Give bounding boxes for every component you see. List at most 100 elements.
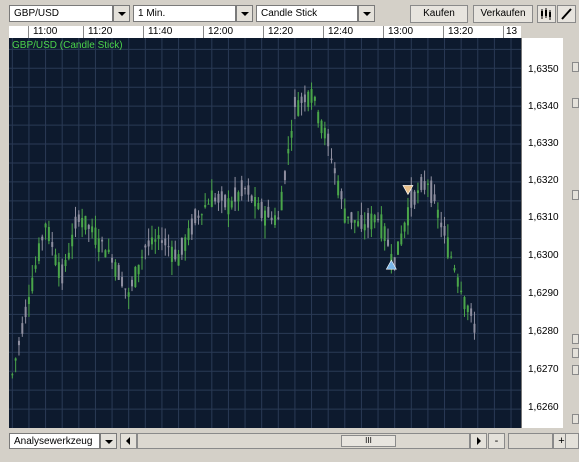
candle-body[interactable]	[420, 177, 423, 190]
candle-body[interactable]	[127, 292, 130, 297]
candle-body[interactable]	[131, 279, 134, 287]
candle-body[interactable]	[470, 308, 473, 316]
interval-select[interactable]: 1 Min.	[133, 5, 236, 22]
candle-body[interactable]	[154, 239, 157, 242]
candle-body[interactable]	[460, 290, 463, 293]
candle-body[interactable]	[134, 266, 137, 287]
scroll-left-button[interactable]	[120, 433, 137, 449]
candle-body[interactable]	[387, 239, 390, 246]
candle-body[interactable]	[54, 254, 57, 265]
candle-body[interactable]	[97, 238, 100, 253]
symbol-select[interactable]: GBP/USD	[9, 5, 113, 22]
candle-body[interactable]	[57, 262, 60, 278]
analysis-tool-select[interactable]: Analysewerkzeug	[9, 433, 100, 449]
panel-expand-button[interactable]	[572, 62, 579, 72]
scroll-thumb[interactable]: III	[341, 435, 396, 447]
candle-body[interactable]	[310, 89, 313, 103]
candle-body[interactable]	[353, 220, 356, 223]
candle-body[interactable]	[380, 214, 383, 239]
candle-body[interactable]	[367, 213, 370, 228]
candle-body[interactable]	[81, 217, 84, 228]
candle-body[interactable]	[104, 250, 107, 258]
candle-body[interactable]	[350, 212, 353, 223]
panel-expand-button[interactable]	[572, 190, 579, 200]
zoom-out-button[interactable]: -	[488, 433, 505, 449]
time-scrollbar[interactable]: III	[137, 433, 470, 449]
candle-body[interactable]	[313, 96, 316, 101]
candle-body[interactable]	[41, 236, 44, 241]
candle-body[interactable]	[114, 262, 117, 277]
candle-body[interactable]	[430, 180, 433, 203]
candle-body[interactable]	[244, 187, 247, 190]
candle-body[interactable]	[234, 187, 237, 202]
candle-body[interactable]	[250, 195, 253, 202]
candle-body[interactable]	[31, 277, 34, 292]
scroll-right-button[interactable]	[470, 433, 487, 449]
candle-body[interactable]	[64, 259, 67, 267]
scroll-right-edge-button[interactable]	[565, 433, 579, 449]
candle-body[interactable]	[210, 190, 213, 207]
candle-body[interactable]	[47, 227, 50, 242]
candle-body[interactable]	[121, 277, 124, 287]
candle-body[interactable]	[17, 340, 20, 346]
candle-body[interactable]	[473, 323, 476, 333]
candle-body[interactable]	[124, 288, 127, 290]
candle-body[interactable]	[456, 277, 459, 287]
candle-body[interactable]	[77, 214, 80, 222]
candle-body[interactable]	[436, 209, 439, 218]
candle-body[interactable]	[446, 237, 449, 258]
candle-body[interactable]	[410, 188, 413, 208]
candle-body[interactable]	[300, 96, 303, 103]
panel-expand-button[interactable]	[572, 98, 579, 108]
candle-body[interactable]	[453, 268, 456, 271]
candle-body[interactable]	[466, 305, 469, 313]
zoom-slider[interactable]	[508, 433, 553, 449]
candle-body[interactable]	[337, 180, 340, 196]
candle-body[interactable]	[413, 191, 416, 205]
candle-body[interactable]	[383, 226, 386, 242]
candle-body[interactable]	[264, 210, 266, 226]
candle-body[interactable]	[167, 246, 170, 248]
candle-body[interactable]	[170, 246, 173, 262]
candle-body[interactable]	[280, 191, 283, 211]
candle-body[interactable]	[194, 209, 197, 224]
candle-body[interactable]	[160, 240, 163, 243]
candle-body[interactable]	[14, 358, 17, 361]
candle-body[interactable]	[217, 193, 220, 203]
candle-body[interactable]	[340, 191, 343, 200]
candle-body[interactable]	[204, 205, 207, 208]
candle-body[interactable]	[423, 181, 426, 190]
candle-body[interactable]	[254, 196, 257, 207]
candle-body[interactable]	[247, 185, 250, 195]
candle-body[interactable]	[184, 237, 187, 251]
candle-body[interactable]	[327, 133, 330, 147]
analysis-tool-dropdown-button[interactable]	[100, 433, 117, 449]
candle-body[interactable]	[347, 216, 350, 218]
candle-body[interactable]	[111, 257, 114, 263]
candle-body[interactable]	[363, 224, 366, 231]
candle-body[interactable]	[440, 222, 443, 228]
candle-body[interactable]	[150, 237, 153, 245]
buy-button[interactable]: Kaufen	[410, 5, 468, 23]
candle-body[interactable]	[320, 120, 323, 134]
candle-body[interactable]	[51, 242, 54, 247]
candle-body[interactable]	[94, 227, 97, 245]
candle-body[interactable]	[230, 200, 233, 208]
candle-body[interactable]	[443, 226, 446, 236]
candle-body[interactable]	[27, 297, 30, 305]
candle-body[interactable]	[140, 256, 143, 258]
candle-body[interactable]	[187, 228, 190, 241]
candle-body[interactable]	[214, 197, 217, 202]
candle-body[interactable]	[21, 323, 24, 334]
panel-expand-button[interactable]	[572, 414, 579, 424]
candle-body[interactable]	[164, 238, 167, 246]
candle-body[interactable]	[257, 202, 260, 209]
chart-type-dropdown-button[interactable]	[358, 5, 375, 22]
symbol-dropdown-button[interactable]	[113, 5, 130, 22]
candle-body[interactable]	[396, 241, 399, 255]
candle-body[interactable]	[270, 217, 273, 221]
candle-body[interactable]	[357, 221, 360, 227]
candle-body[interactable]	[463, 297, 466, 310]
candle-body[interactable]	[61, 264, 64, 284]
candle-body[interactable]	[37, 243, 40, 262]
